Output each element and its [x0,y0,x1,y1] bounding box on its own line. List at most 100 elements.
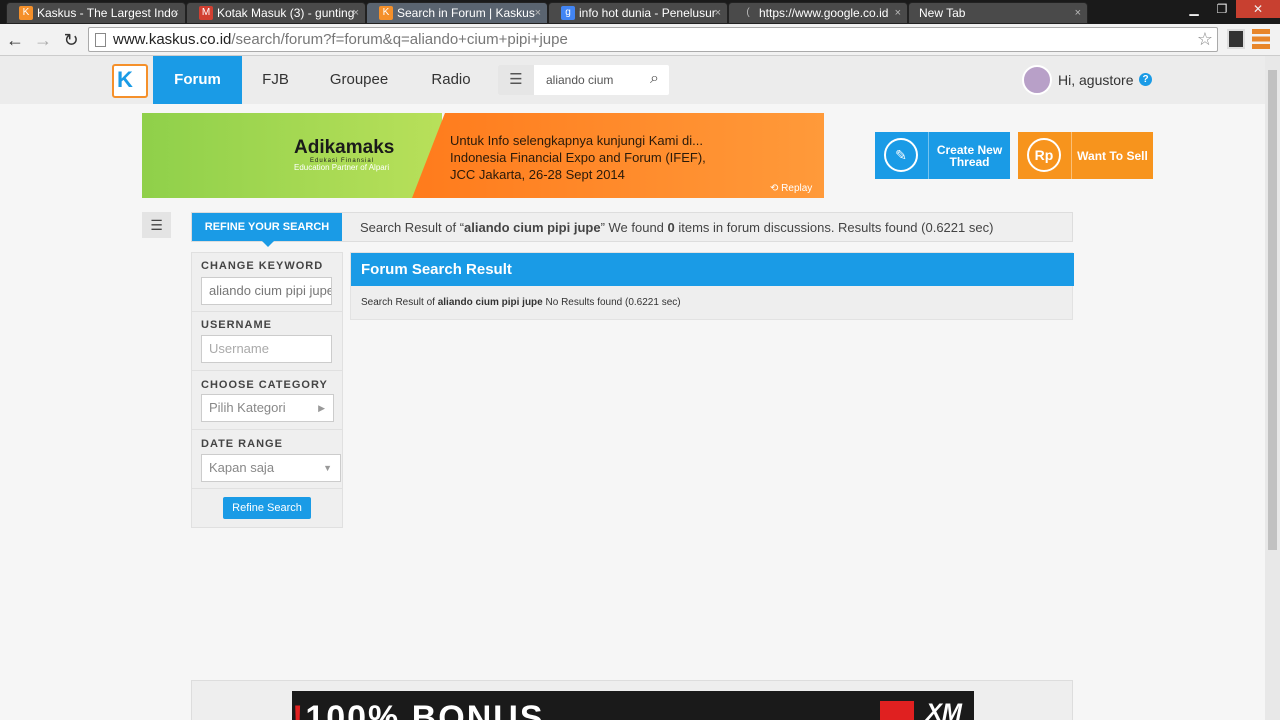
banner-info-line: Indonesia Financial Expo and Forum (IFEF… [450,150,706,165]
banner-info-line: Untuk Info selengkapnya kunjungi Kami di… [450,133,703,148]
kaskus-page: K Forum FJB Groupee Radio ☰ aliando cium… [0,56,1265,720]
date-range-select[interactable]: Kapan saja ▼ [201,454,341,482]
logo-letter: K [117,67,133,92]
username-label: USERNAME [201,319,272,331]
browser-tab[interactable]: M Kotak Masuk (3) - gunting × [186,2,366,24]
pencil-icon: ✎ [884,138,918,172]
result-summary-bar: REFINE YOUR SEARCH Search Result of “ali… [191,212,1073,247]
gmail-icon: M [199,6,213,20]
rupiah-icon: Rp [1027,138,1061,172]
category-value: Pilih Kategori [209,400,286,415]
tab-title: New Tab [919,6,966,20]
search-input[interactable]: aliando cium [546,73,613,87]
forum-result-box: Forum Search Result Search Result of ali… [350,252,1074,320]
minimize-icon[interactable]: ▁ [1180,0,1208,18]
keyword-label: CHANGE KEYWORD [201,260,324,272]
result-summary: Search Result of “aliando cium pipi jupe… [360,220,993,235]
page-icon [95,33,106,47]
browser-toolbar: ← → ↻ www.kaskus.co.id/search/forum?f=fo… [0,24,1280,56]
menu-icon[interactable] [1252,29,1270,49]
nav-radio[interactable]: Radio [421,56,481,104]
summary-suffix: items in forum discussions. Results foun… [674,220,994,235]
bottom-ad-banner[interactable]: !100% BONUS XM [292,691,974,720]
avatar[interactable] [1022,65,1052,95]
browser-tab[interactable]: New Tab × [908,2,1088,24]
summary-query: aliando cium pipi jupe [464,220,601,235]
tab-close-icon[interactable]: × [895,3,901,23]
user-greeting[interactable]: Hi, agustore [1058,72,1133,88]
chevron-right-icon: ▶ [318,403,325,413]
date-section: DATE RANGE Kapan saja ▼ [192,430,342,489]
tab-close-icon[interactable]: × [715,3,721,23]
url-path: /search/forum?f=forum&q=aliando+cium+pip… [231,31,568,48]
forward-icon[interactable]: → [32,29,54,51]
result-heading: Forum Search Result [351,253,1074,286]
banner-brand: Adikamaks [294,137,395,158]
tab-refine-search[interactable]: REFINE YOUR SEARCH [192,213,342,247]
result-prefix: Search Result of [361,297,438,308]
category-select[interactable]: Pilih Kategori ▶ [201,394,334,422]
nav-fjb[interactable]: FJB [248,56,303,104]
browser-tab[interactable]: g info hot dunia - Penelusur × [548,2,728,24]
url-text: www.kaskus.co.id/search/forum?f=forum&q=… [113,31,568,48]
ad-banner[interactable]: Adikamaks Edukasi Finansial Education Pa… [142,113,824,198]
close-window-icon[interactable]: ✕ [1236,0,1280,18]
nav-groupee[interactable]: Groupee [318,56,400,104]
refine-search-button[interactable]: Refine Search [223,497,311,519]
kaskus-logo[interactable]: K [112,64,148,98]
category-label: CHOOSE CATEGORY [201,379,328,391]
search-icon[interactable]: ⌕ [650,70,659,88]
username-input[interactable]: Username [201,335,332,363]
bookmark-star-icon[interactable]: ☆ [1197,29,1213,50]
back-icon[interactable]: ← [4,29,26,51]
refine-panel: CHANGE KEYWORD aliando cium pipi jupe US… [191,252,343,528]
kaskus-icon: K [379,6,393,20]
extension-icon[interactable] [1227,29,1245,49]
tab-title: Kotak Masuk (3) - gunting [217,6,355,20]
want-to-sell-button[interactable]: Rp Want To Sell [1018,132,1153,179]
tab-close-icon[interactable]: × [535,3,541,23]
page-scrollbar[interactable] [1265,56,1280,720]
xm-logo: XM [926,699,962,720]
headline-mark: ! [292,699,306,720]
category-section: CHOOSE CATEGORY Pilih Kategori ▶ [192,371,342,430]
bonus-headline: !100% BONUS [292,699,545,720]
username-section: USERNAME Username [192,312,342,371]
url-host: www.kaskus.co.id [113,31,232,48]
maximize-icon[interactable]: ❐ [1208,0,1236,18]
browser-tabstrip: K Kaskus - The Largest Indo × M Kotak Ma… [0,0,1280,24]
headline-text: 100% BONUS [305,699,545,720]
nav-forum[interactable]: Forum [153,56,242,104]
help-icon[interactable]: ? [1139,73,1152,86]
tab-close-icon[interactable]: × [1075,3,1081,23]
replay-button[interactable]: ⟲ Replay [770,183,812,194]
result-suffix: No Results found (0.6221 sec) [542,297,681,308]
window-controls: ▁ ❐ ✕ [1180,0,1280,20]
sell-icon-box: Rp [1018,132,1070,179]
tab-title: https://www.google.co.id [759,6,889,20]
summary-mid: ” We found [600,220,668,235]
create-thread-label: Create New Thread [928,132,1010,179]
browser-tab-active[interactable]: K Search in Forum | Kaskus × [366,2,548,24]
list-menu-icon[interactable]: ☰ [498,65,534,95]
nav-search-box[interactable]: ☰ aliando cium ⌕ [498,65,669,95]
result-query: aliando cium pipi jupe [437,297,543,308]
sidebar-toggle-icon[interactable]: ☰ [142,212,171,238]
tab-title: Kaskus - The Largest Indo [37,6,178,20]
xm-logo-mark [880,701,914,720]
top-navigation: K Forum FJB Groupee Radio ☰ aliando cium… [0,56,1265,104]
keyword-section: CHANGE KEYWORD aliando cium pipi jupe [192,253,342,312]
tab-close-icon[interactable]: × [353,3,359,23]
summary-prefix: Search Result of “ [360,220,465,235]
keyword-input[interactable]: aliando cium pipi jupe [201,277,332,305]
address-bar[interactable]: www.kaskus.co.id/search/forum?f=forum&q=… [88,27,1218,52]
scrollbar-thumb[interactable] [1268,70,1277,550]
create-thread-button[interactable]: ✎ Create New Thread [875,132,1010,179]
tab-close-icon[interactable]: × [173,3,179,23]
chevron-down-icon: ▼ [323,463,332,473]
loading-icon: ( [746,7,750,18]
browser-tab[interactable]: K Kaskus - The Largest Indo × [6,2,186,24]
reload-icon[interactable]: ↻ [60,29,82,51]
date-value: Kapan saja [209,460,275,475]
browser-tab[interactable]: ( https://www.google.co.id × [728,2,908,24]
